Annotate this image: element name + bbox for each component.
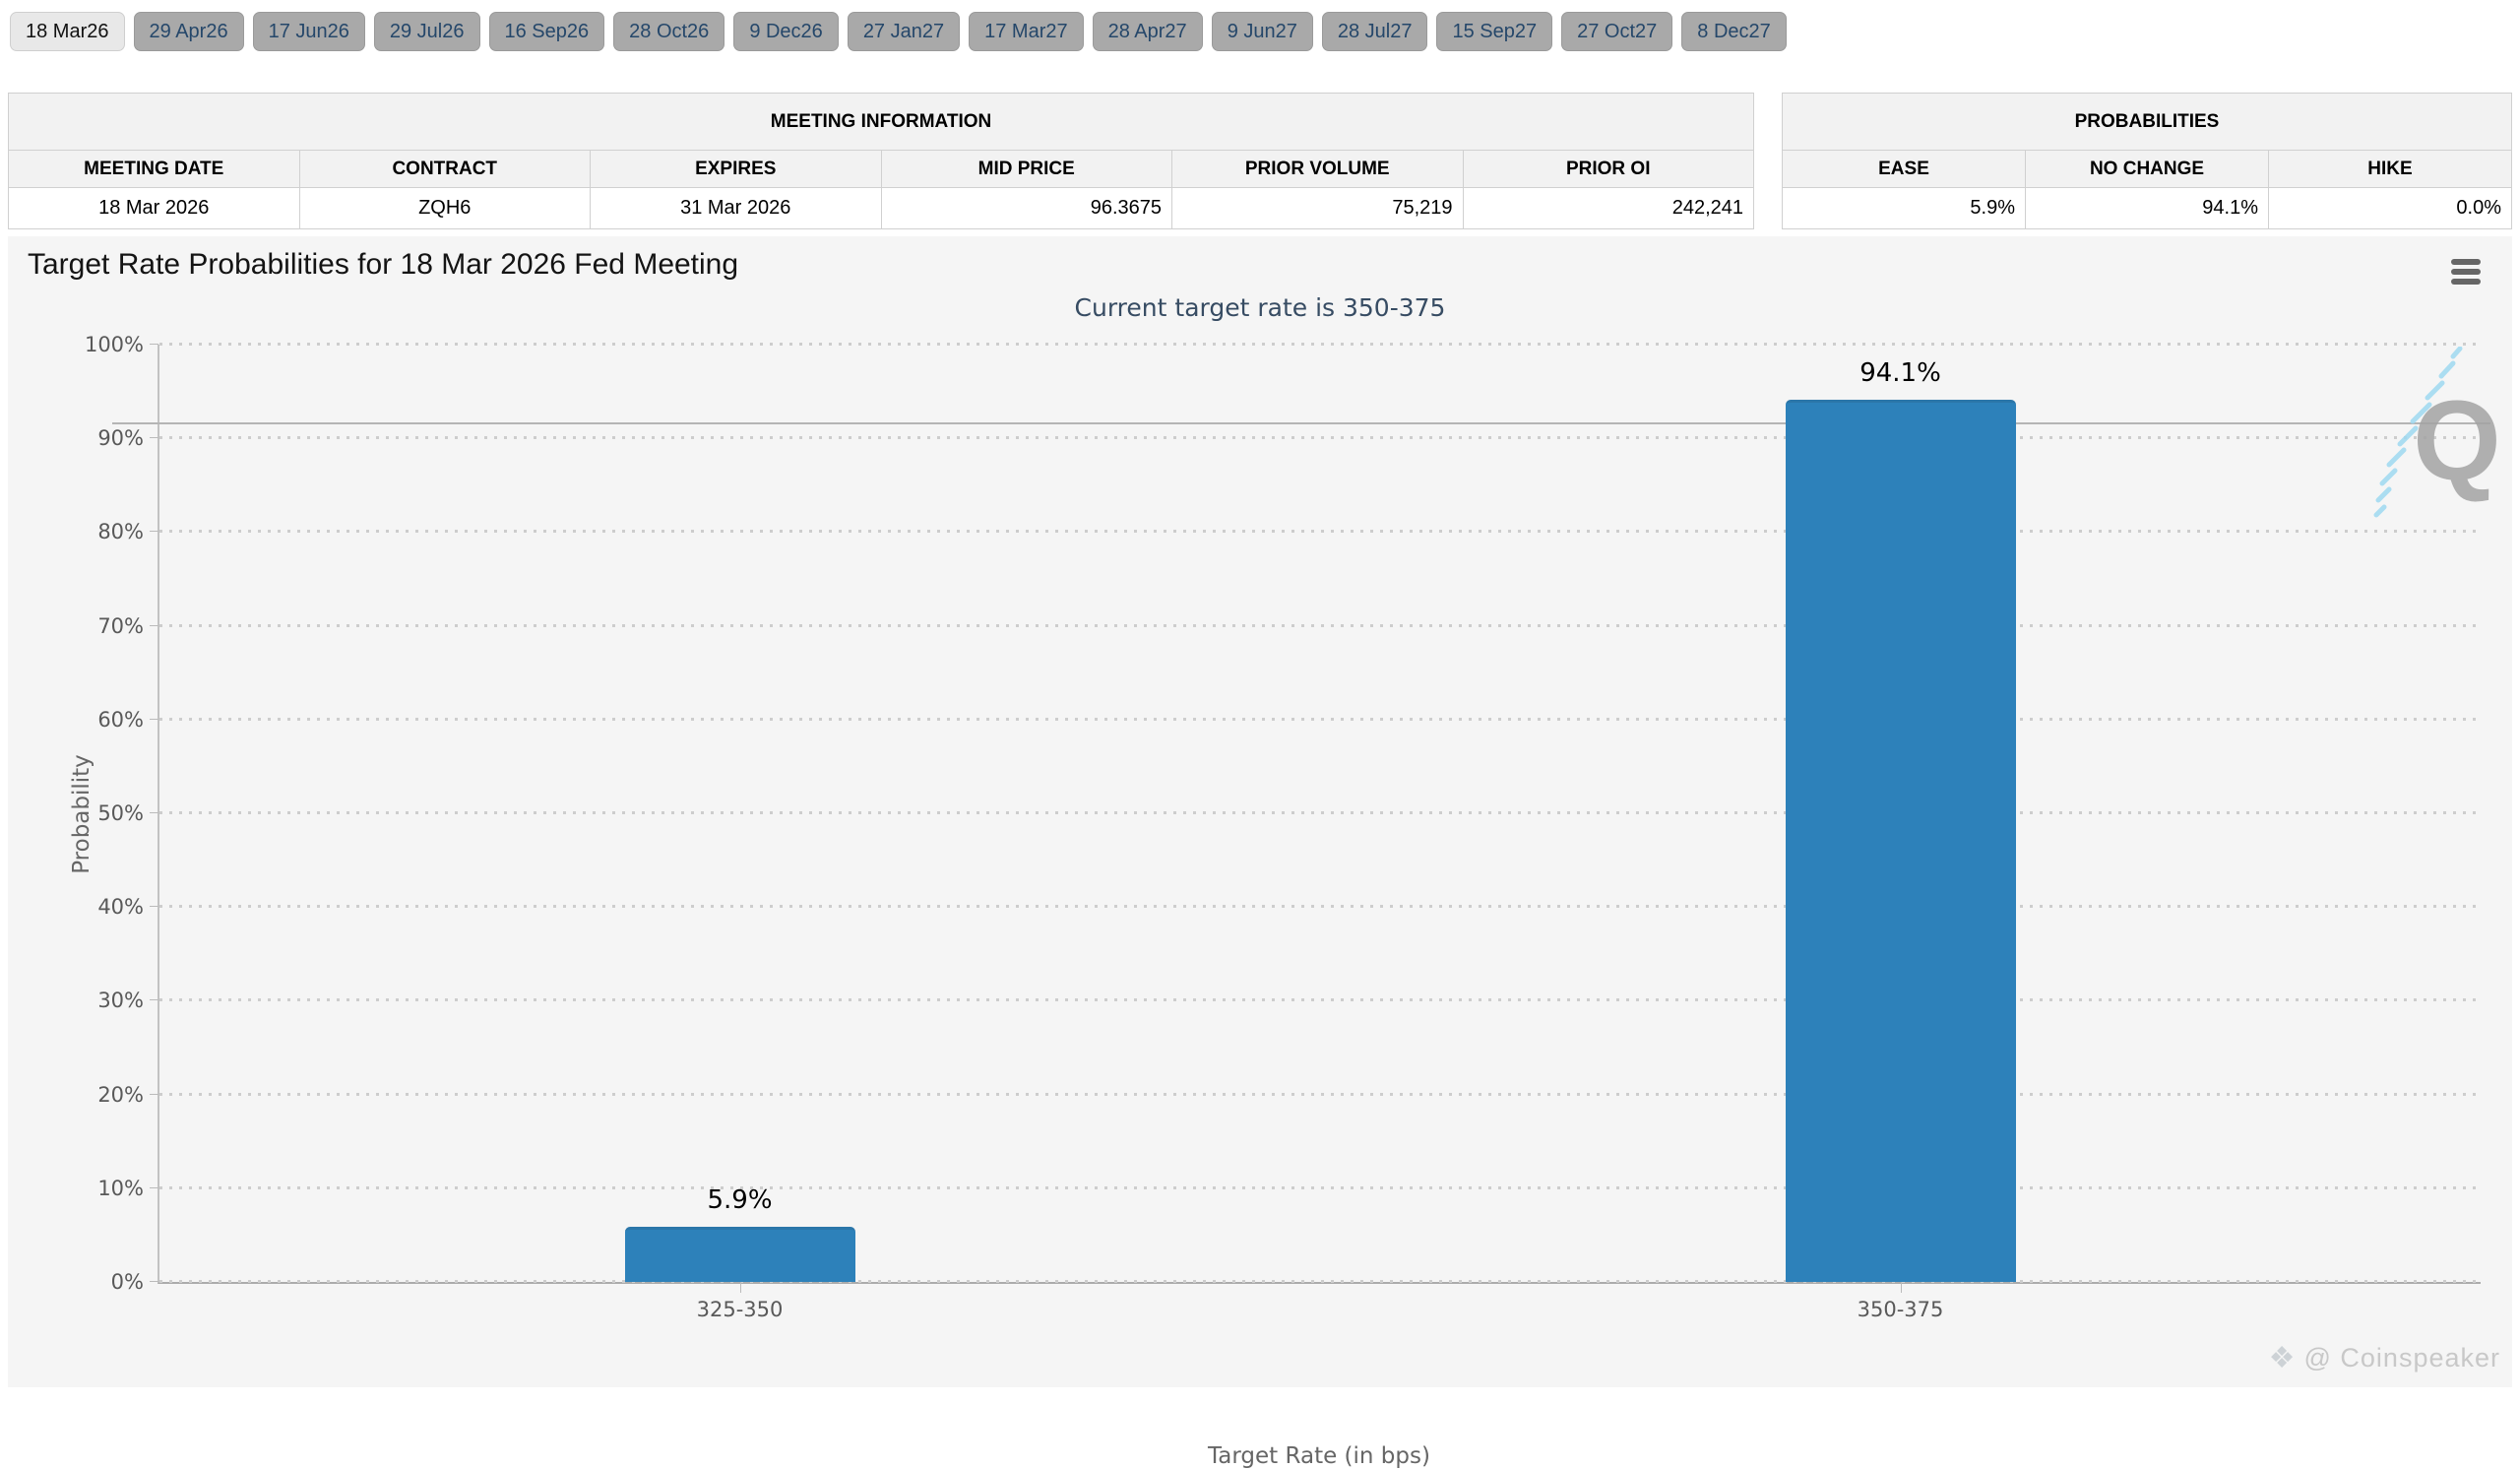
hamburger-icon [2445, 259, 2487, 285]
table-caption-probabilities: PROBABILITIES [1782, 93, 2512, 151]
fedwatch-chart-panel: Target Rate Probabilities for 18 Mar 202… [8, 236, 2512, 1469]
tab-8-dec27[interactable]: 8 Dec27 [1681, 12, 1787, 51]
y-tick-label-100: 100% [84, 333, 144, 356]
tab-28-oct26[interactable]: 28 Oct26 [613, 12, 725, 51]
tab-27-oct27[interactable]: 27 Oct27 [1561, 12, 1673, 51]
tab-17-jun26[interactable]: 17 Jun26 [252, 12, 365, 51]
tab-18-mar26[interactable]: 18 Mar26 [10, 12, 125, 51]
gridline-40 [159, 905, 2481, 909]
chart-subtitle: Current target rate is 350-375 [1074, 293, 1446, 322]
column-header-mid-price: MID PRICE [880, 150, 1172, 188]
y-tick-label-40: 40% [97, 895, 144, 920]
y-tick-mark [150, 999, 158, 1001]
y-tick-label-30: 30% [97, 989, 144, 1013]
gridline-90 [159, 436, 2481, 440]
q-letter: Q [2413, 378, 2500, 504]
cell-no-change: 94.1% [2025, 187, 2269, 229]
column-header-prior-volume: PRIOR VOLUME [1171, 150, 1464, 188]
cell-contract: ZQH6 [298, 187, 591, 229]
y-tick-mark [150, 906, 158, 908]
tab-9-jun27[interactable]: 9 Jun27 [1211, 12, 1313, 51]
column-header-hike: HIKE [2268, 150, 2512, 188]
chart-context-menu-button[interactable] [2445, 256, 2487, 291]
tab-17-mar27[interactable]: 17 Mar27 [969, 12, 1084, 51]
cell-prior-volume: 75,219 [1171, 187, 1464, 229]
diamond-icon: ❖ [2268, 1342, 2297, 1374]
gridline-70 [159, 623, 2481, 627]
data-label-325-350: 5.9% [707, 1184, 773, 1215]
coinspeaker-text: @ Coinspeaker [2303, 1343, 2500, 1373]
y-tick-mark [150, 1186, 158, 1188]
y-tick-label-50: 50% [97, 801, 144, 825]
plot-area: 0% 10% 20% 30% 40% 50% 60% 70% 80% 90% 100% 5.9% 325… [85, 333, 2490, 1321]
y-tick-mark [150, 344, 158, 345]
gridline-80 [159, 530, 2481, 534]
bar-325-350[interactable] [624, 1226, 855, 1282]
y-tick-mark [150, 1281, 158, 1282]
gridline-50 [159, 811, 2481, 814]
y-tick-label-80: 80% [97, 520, 144, 544]
gridline-20 [159, 1092, 2481, 1096]
probabilities-table: PROBABILITIES EASE NO CHANGE HIKE 5.9% 94.1% 0… [1782, 93, 2512, 229]
cell-expires: 31 Mar 2026 [590, 187, 882, 229]
reference-line [112, 421, 2490, 424]
cell-prior-oi: 242,241 [1462, 187, 1754, 229]
column-header-prior-oi: PRIOR OI [1462, 150, 1754, 188]
column-header-meeting-date: MEETING DATE [8, 150, 300, 188]
gridline-0 [159, 1280, 2481, 1283]
tab-28-jul27[interactable]: 28 Jul27 [1321, 12, 1428, 51]
y-tick-mark [150, 812, 158, 813]
y-tick-label-70: 70% [97, 613, 144, 638]
gridline-60 [159, 717, 2481, 721]
coinspeaker-watermark: ❖ @ Coinspeaker [2269, 1341, 2500, 1375]
gridline-100 [159, 343, 2481, 346]
gridline-30 [159, 998, 2481, 1002]
y-axis-title: Probability [68, 754, 94, 874]
y-tick-mark [150, 1093, 158, 1095]
column-header-contract: CONTRACT [298, 150, 591, 188]
y-tick-mark [150, 718, 158, 720]
tab-29-jul26[interactable]: 29 Jul26 [373, 12, 480, 51]
meeting-date-tabbar: 18 Mar26 29 Apr26 17 Jun26 29 Jul26 16 Sep26… [10, 12, 1796, 53]
data-label-350-375: 94.1% [1859, 358, 1941, 389]
cell-hike: 0.0% [2268, 187, 2512, 229]
y-tick-label-90: 90% [97, 426, 144, 451]
bar-350-375[interactable] [1785, 400, 2016, 1282]
cell-mid-price: 96.3675 [880, 187, 1172, 229]
x-tick-mark [739, 1282, 741, 1293]
tab-9-dec26[interactable]: 9 Dec26 [733, 12, 839, 51]
chart-title: Target Rate Probabilities for 18 Mar 202… [28, 248, 739, 281]
tab-29-apr26[interactable]: 29 Apr26 [133, 12, 244, 51]
y-tick-mark [150, 531, 158, 533]
cell-meeting-date: 18 Mar 2026 [8, 187, 300, 229]
x-tick-label-325-350: 325-350 [696, 1298, 784, 1321]
y-tick-label-20: 20% [97, 1082, 144, 1107]
column-header-ease: EASE [1782, 150, 2026, 188]
gridline-10 [159, 1185, 2481, 1189]
column-header-no-change: NO CHANGE [2025, 150, 2269, 188]
meeting-information-table: MEETING INFORMATION MEETING DATE CONTRACT E… [8, 93, 1754, 229]
y-tick-label-10: 10% [97, 1176, 144, 1200]
x-tick-mark [1900, 1282, 1902, 1293]
table-caption-meeting-information: MEETING INFORMATION [8, 93, 1754, 151]
y-tick-mark [150, 437, 158, 439]
tab-15-sep27[interactable]: 15 Sep27 [1436, 12, 1553, 51]
tab-28-apr27[interactable]: 28 Apr27 [1092, 12, 1203, 51]
quikstrike-watermark: Q [2373, 347, 2501, 518]
x-tick-label-350-375: 350-375 [1857, 1298, 1944, 1321]
tab-16-sep26[interactable]: 16 Sep26 [488, 12, 605, 51]
y-tick-label-60: 60% [97, 707, 144, 732]
y-tick-mark [150, 624, 158, 626]
x-axis-title: Target Rate (in bps) [1208, 1443, 1430, 1469]
y-tick-label-0: 0% [110, 1270, 144, 1294]
tab-27-jan27[interactable]: 27 Jan27 [847, 12, 961, 51]
cell-ease: 5.9% [1782, 187, 2026, 229]
column-header-expires: EXPIRES [590, 150, 882, 188]
